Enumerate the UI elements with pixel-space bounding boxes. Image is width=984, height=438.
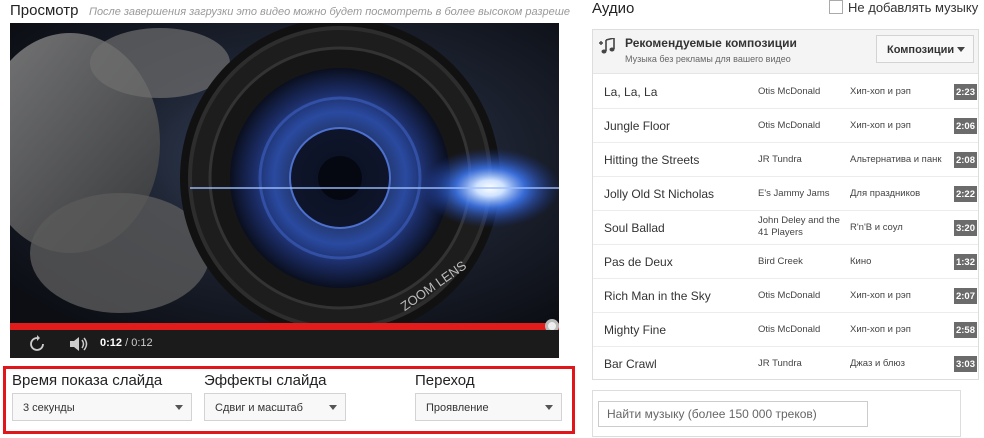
preview-note: После завершения загрузки это видео можн… [88,6,570,18]
transition-setting: Переход [415,372,475,389]
track-artist: JR Tundra [758,154,802,165]
track-artist: Otis McDonald [758,290,821,301]
time-display: 0:12 / 0:12 [100,337,153,349]
slide-effects-select[interactable]: Сдвиг и масштаб [204,393,346,421]
track-row[interactable]: Pas de Deux Bird Creek Кино 1:32 [593,245,978,279]
track-genre: Хип-хоп и рэп [850,324,911,335]
track-name: Jolly Old St Nicholas [604,187,715,201]
track-artist: Bird Creek [758,256,803,267]
preview-header: Просмотр После завершения загрузки это в… [10,2,570,20]
track-artist: Otis McDonald [758,120,821,131]
track-list: La, La, La Otis McDonald Хип-хоп и рэп 2… [593,75,978,381]
track-duration: 2:58 [954,322,977,338]
track-genre: Хип-хоп и рэп [850,290,911,301]
music-search-box [592,390,961,437]
slide-effects-label: Эффекты слайда [204,372,327,389]
playlist-dropdown-label: Композиции [887,44,955,56]
slide-duration-select[interactable]: 3 секунды [12,393,192,421]
track-name: Soul Ballad [604,221,665,235]
track-duration: 3:03 [954,356,977,372]
volume-icon[interactable] [68,335,90,353]
playlist-title: Рекомендуемые композиции [625,36,797,50]
track-genre: Кино [850,256,872,267]
track-genre: R'n'B и соул [850,222,903,233]
caret-down-icon [545,405,553,410]
track-artist: Otis McDonald [758,86,821,97]
no-music-checkbox[interactable] [829,0,843,14]
transition-select[interactable]: Проявление [415,393,562,421]
track-duration: 3:20 [954,220,977,236]
track-row[interactable]: Soul Ballad John Deley and the 41 Player… [593,211,978,245]
caret-down-icon [175,405,183,410]
track-name: La, La, La [604,85,658,99]
player-controls: 0:12 / 0:12 [10,330,559,358]
track-name: Pas de Deux [604,255,673,269]
track-duration: 2:08 [954,152,977,168]
track-genre: Хип-хоп и рэп [850,120,911,131]
track-name: Rich Man in the Sky [604,289,711,303]
track-artist: E's Jammy Jams [758,188,830,199]
track-row[interactable]: Bar Crawl JR Tundra Джаз и блюз 3:03 [593,347,978,381]
track-row[interactable]: Rich Man in the Sky Otis McDonald Хип-хо… [593,279,978,313]
track-duration: 2:22 [954,186,977,202]
transition-value: Проявление [426,402,489,414]
slide-duration-label: Время показа слайда [12,372,163,389]
track-name: Bar Crawl [604,357,657,371]
audio-title: Аудио [592,0,635,17]
playlist-header: Рекомендуемые композиции Музыка без рекл… [593,30,978,74]
music-search-input[interactable] [598,401,868,427]
current-time: 0:12 [100,337,123,349]
track-genre: Для праздников [850,188,921,199]
track-name: Jungle Floor [604,119,671,133]
track-duration: 1:32 [954,254,977,270]
progress-bar[interactable] [10,319,559,333]
track-artist: John Deley and the 41 Players [758,215,840,238]
total-time: / 0:12 [122,337,153,349]
preview-title: Просмотр [10,2,79,19]
playlist-dropdown[interactable]: Композиции [876,35,974,63]
slide-settings-panel: Время показа слайда 3 секунды Эффекты сл… [3,366,575,434]
track-row[interactable]: La, La, La Otis McDonald Хип-хоп и рэп 2… [593,75,978,109]
track-row[interactable]: Jungle Floor Otis McDonald Хип-хоп и рэп… [593,109,978,143]
track-row[interactable]: Hitting the Streets JR Tundra Альтернати… [593,143,978,177]
track-genre: Альтернатива и панк [850,154,942,165]
video-player[interactable]: ZOOM LENS 0:12 / 0:12 [10,23,559,358]
transition-label: Переход [415,372,475,389]
track-duration: 2:06 [954,118,977,134]
music-note-add-icon [599,38,615,54]
playlist-subtitle: Музыка без рекламы для вашего видео [625,54,791,64]
track-artist: JR Tundra [758,358,802,369]
track-name: Mighty Fine [604,323,667,337]
track-genre: Джаз и блюз [850,358,905,369]
slide-effects-setting: Эффекты слайда [204,372,326,389]
track-duration: 2:07 [954,288,977,304]
video-frame[interactable]: ZOOM LENS [10,23,559,323]
replay-icon[interactable] [28,335,46,353]
audio-playlist: Рекомендуемые композиции Музыка без рекл… [592,29,979,380]
caret-down-icon [957,47,965,52]
slide-effects-value: Сдвиг и масштаб [215,402,303,414]
track-artist: Otis McDonald [758,324,821,335]
track-row[interactable]: Jolly Old St Nicholas E's Jammy Jams Для… [593,177,978,211]
slide-duration-setting: Время показа слайда [12,372,162,389]
track-name: Hitting the Streets [604,153,700,167]
no-music-label[interactable]: Не добавлять музыку [848,0,978,15]
track-row[interactable]: Mighty Fine Otis McDonald Хип-хоп и рэп … [593,313,978,347]
track-duration: 2:23 [954,84,977,100]
caret-down-icon [329,405,337,410]
slide-duration-value: 3 секунды [23,402,75,414]
track-genre: Хип-хоп и рэп [850,86,911,97]
